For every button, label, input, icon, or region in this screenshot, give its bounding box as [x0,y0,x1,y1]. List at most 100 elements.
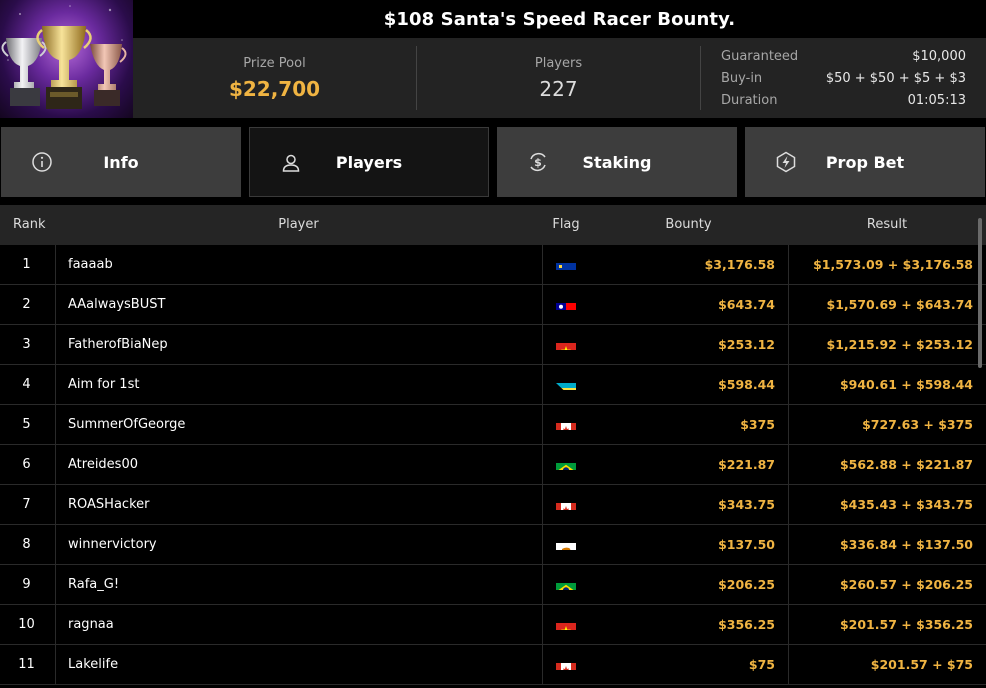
result-cell: $940.61 + $598.44 [788,365,986,404]
tab-players[interactable]: Players [249,127,489,197]
bounty-cell: $206.25 [718,577,775,592]
table-header: Rank Player Flag Bounty Result [0,205,986,245]
player-cell[interactable]: Lakelife [55,645,542,684]
result-cell: $562.88 + $221.87 [788,445,986,484]
dollar-cycle-icon: $ [530,153,546,171]
trophy-thumbnail [0,0,133,118]
tab-prop-bet[interactable]: Prop Bet [745,127,985,197]
table-row[interactable]: 8 winnervictory $137.50 $336.84 + $137.5… [0,525,986,565]
rank-cell: 10 [18,617,35,632]
table-row[interactable]: 11 Lakelife $75 $201.57 + $75 [0,645,986,685]
player-cell[interactable]: Atreides00 [55,445,542,484]
table-row[interactable]: 10 ragnaa $356.25 $201.57 + $356.25 [0,605,986,645]
result-cell: $201.57 + $356.25 [788,605,986,644]
flag-cell [542,485,589,524]
table-row[interactable]: 9 Rafa_G! $206.25 $260.57 + $206.25 [0,565,986,605]
result-cell: $260.57 + $206.25 [788,565,986,604]
tournament-header: $108 Santa's Speed Racer Bounty. Prize P… [0,0,986,118]
brazil-flag-icon [556,455,576,470]
info-icon [32,152,52,172]
flag-cell [542,285,589,324]
bounty-cell: $221.87 [718,457,775,472]
buyin-row: Buy-in $50 + $50 + $5 + $3 [721,68,966,90]
bounty-cell: $75 [748,657,775,672]
result-cell: $1,573.09 + $3,176.58 [788,245,986,284]
result-cell: $201.57 + $75 [788,645,986,684]
table-row[interactable]: 4 Aim for 1st $598.44 $940.61 + $598.44 [0,365,986,405]
result-cell: $1,570.69 + $643.74 [788,285,986,324]
player-cell[interactable]: Rafa_G! [55,565,542,604]
result-cell: $1,215.92 + $253.12 [788,325,986,364]
players-value: 227 [539,77,578,101]
bounty-cell: $375 [740,417,775,432]
player-cell[interactable]: winnervictory [55,525,542,564]
rank-cell: 2 [22,297,31,312]
vietnam-flag-icon [556,615,576,630]
tournament-details: Guaranteed $10,000 Buy-in $50 + $50 + $5… [721,46,966,112]
flag-cell [542,405,589,444]
table-row[interactable]: 6 Atreides00 $221.87 $562.88 + $221.87 [0,445,986,485]
table-row[interactable]: 1 faaaab $3,176.58 $1,573.09 + $3,176.58 [0,245,986,285]
flag-cell [542,525,589,564]
cyprus-flag-icon [556,535,576,550]
svg-text:$: $ [534,156,542,169]
table-row[interactable]: 5 SummerOfGeorge $375 $727.63 + $375 [0,405,986,445]
flag-cell [542,565,589,604]
player-cell[interactable]: ROASHacker [55,485,542,524]
rank-cell: 5 [22,417,31,432]
flag-cell [542,245,589,284]
rank-cell: 7 [22,497,31,512]
tournament-title: $108 Santa's Speed Racer Bounty. [133,0,986,38]
prize-pool-label: Prize Pool [243,56,306,71]
trophies-image [1,5,127,109]
guaranteed-value: $10,000 [912,49,966,64]
duration-row: Duration 01:05:13 [721,90,966,112]
tab-staking[interactable]: $ Staking [497,127,737,197]
divider [700,46,701,110]
col-bounty[interactable]: Bounty [589,205,788,245]
flag-cell [542,365,589,404]
rank-cell: 4 [22,377,31,392]
players-stat: Players 227 [417,38,700,118]
bounty-cell: $253.12 [718,337,775,352]
user-icon [282,154,300,172]
rank-cell: 3 [22,337,31,352]
player-cell[interactable]: AAalwaysBUST [55,285,542,324]
bahamas-flag-icon [556,375,576,390]
col-result[interactable]: Result [788,205,986,245]
guaranteed-label: Guaranteed [721,49,799,64]
result-cell: $336.84 + $137.50 [788,525,986,564]
table-row[interactable]: 2 AAalwaysBUST $643.74 $1,570.69 + $643.… [0,285,986,325]
guaranteed-row: Guaranteed $10,000 [721,46,966,68]
brazil-flag-icon [556,575,576,590]
bolt-icon [776,151,796,173]
duration-value: 01:05:13 [907,93,966,108]
col-flag[interactable]: Flag [543,205,589,245]
rank-cell: 6 [22,457,31,472]
scrollbar[interactable] [978,218,982,368]
player-cell[interactable]: FatherofBiaNep [55,325,542,364]
tab-info[interactable]: Info [1,127,241,197]
result-cell: $435.43 + $343.75 [788,485,986,524]
players-label: Players [534,56,583,71]
flag-cell [542,605,589,644]
col-player[interactable]: Player [55,205,542,245]
tab-bar: Info Players $ Staking Prop Bet [0,127,986,197]
player-cell[interactable]: ragnaa [55,605,542,644]
rank-cell: 11 [18,657,35,672]
taiwan-flag-icon [556,295,576,310]
liechtenstein-flag-icon [556,255,576,270]
bounty-cell: $3,176.58 [704,257,775,272]
tab-info-label: Info [103,152,139,172]
player-cell[interactable]: SummerOfGeorge [55,405,542,444]
buyin-value: $50 + $50 + $5 + $3 [825,71,966,86]
table-row[interactable]: 3 FatherofBiaNep $253.12 $1,215.92 + $25… [0,325,986,365]
flag-cell [542,325,589,364]
tab-prop-bet-label: Prop Bet [825,152,905,172]
bounty-cell: $356.25 [718,617,775,632]
col-rank[interactable]: Rank [13,205,45,245]
table-row[interactable]: 7 ROASHacker $343.75 $435.43 + $343.75 [0,485,986,525]
player-cell[interactable]: faaaab [55,245,542,284]
player-cell[interactable]: Aim for 1st [55,365,542,404]
vietnam-flag-icon [556,335,576,350]
